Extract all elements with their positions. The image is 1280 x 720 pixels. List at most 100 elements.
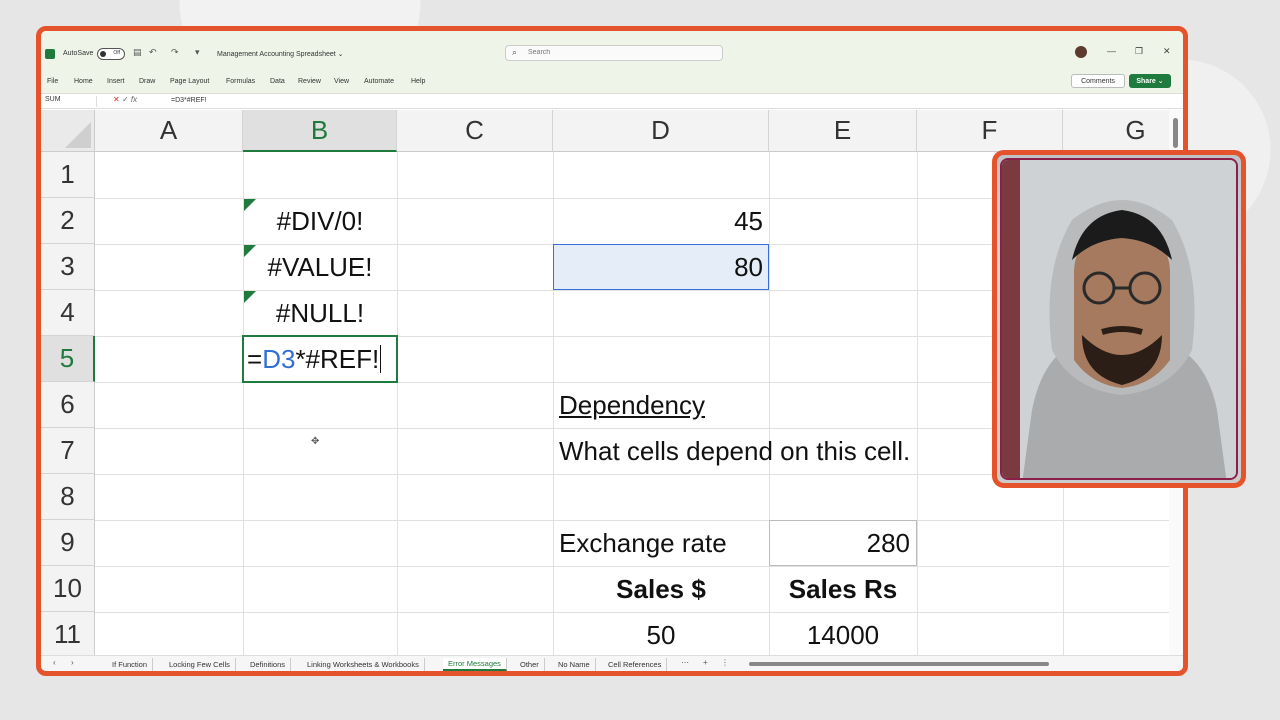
- vertical-scroll-thumb[interactable]: [1173, 118, 1178, 148]
- row-header-5[interactable]: 5: [41, 336, 95, 382]
- row-header-7[interactable]: 7: [41, 428, 95, 474]
- row-header-9[interactable]: 9: [41, 520, 95, 566]
- more-tabs-icon[interactable]: ⋯: [681, 658, 689, 667]
- col-header-b[interactable]: B: [243, 110, 397, 152]
- comments-label: Comments: [1081, 77, 1115, 85]
- col-header-a[interactable]: A: [95, 110, 243, 152]
- customize-toolbar-icon[interactable]: ▾: [195, 47, 200, 58]
- avatar[interactable]: [1075, 46, 1087, 58]
- title-bar: AutoSave Off ▤ ↶ ↷ ▾ Management Accounti…: [41, 31, 1183, 71]
- fx-icon[interactable]: fx: [131, 95, 137, 104]
- toggle-knob: [100, 51, 106, 57]
- search-box[interactable]: ⌕: [505, 45, 723, 61]
- document-title[interactable]: Management Accounting Spreadsheet ⌄: [217, 50, 344, 58]
- row-header-11[interactable]: 11: [41, 612, 95, 655]
- cell-e11[interactable]: 14000: [769, 612, 917, 655]
- cell-d2[interactable]: 45: [553, 198, 769, 244]
- col-header-f[interactable]: F: [917, 110, 1063, 152]
- webcam-overlay: [992, 150, 1246, 488]
- col-header-d[interactable]: D: [553, 110, 769, 152]
- formula-bar: SUM ✕ ✓ fx =D3*#REF!: [41, 93, 1183, 109]
- cell-d3[interactable]: 80: [553, 244, 769, 290]
- menu-review[interactable]: Review: [298, 78, 321, 85]
- cell-d7[interactable]: What cells depend on this cell.: [553, 428, 973, 474]
- cell-d9[interactable]: Exchange rate: [553, 520, 769, 566]
- row-header-1[interactable]: 1: [41, 152, 95, 198]
- redo-icon[interactable]: ↷: [171, 47, 179, 58]
- autosave-state: Off: [113, 50, 120, 56]
- col-header-c[interactable]: C: [397, 110, 553, 152]
- horizontal-scrollbar[interactable]: [741, 660, 1161, 668]
- undo-icon[interactable]: ↶: [149, 47, 157, 58]
- menu-formulas[interactable]: Formulas: [226, 78, 255, 85]
- cell-e9[interactable]: 280: [769, 520, 917, 566]
- tab-error-messages[interactable]: Error Messages: [443, 658, 507, 671]
- cell-b5[interactable]: = D3 *#REF!: [241, 336, 401, 382]
- select-all-triangle: [65, 122, 91, 148]
- cell-e10[interactable]: Sales Rs: [769, 566, 917, 612]
- autosave-toggle[interactable]: Off: [97, 48, 125, 60]
- share-label: Share ⌄: [1136, 78, 1164, 85]
- gridline: [397, 152, 398, 655]
- comments-button[interactable]: Comments: [1071, 74, 1125, 88]
- close-icon[interactable]: ✕: [1163, 46, 1171, 57]
- tab-linking-worksheets[interactable]: Linking Worksheets & Workbooks: [302, 658, 425, 671]
- search-icon: ⌕: [512, 47, 518, 57]
- add-sheet-icon[interactable]: +: [703, 658, 708, 667]
- menu-file[interactable]: File: [47, 78, 58, 85]
- select-all-corner[interactable]: [41, 110, 95, 152]
- tab-other[interactable]: Other: [515, 658, 545, 671]
- menu-data[interactable]: Data: [270, 78, 285, 85]
- name-box[interactable]: SUM: [43, 96, 97, 107]
- row-header-6[interactable]: 6: [41, 382, 95, 428]
- formula-reference: D3: [262, 343, 296, 374]
- formula-input[interactable]: =D3*#REF!: [171, 97, 207, 104]
- formula-rest: *#REF!: [295, 343, 380, 374]
- tab-cell-references[interactable]: Cell References: [603, 658, 668, 671]
- cell-b2[interactable]: #DIV/0!: [243, 198, 397, 244]
- row-header-8[interactable]: 8: [41, 474, 95, 520]
- menu-insert[interactable]: Insert: [107, 78, 125, 85]
- excel-logo-icon: [45, 49, 55, 59]
- gridline: [917, 152, 918, 655]
- save-icon[interactable]: ▤: [133, 47, 142, 58]
- menu-home[interactable]: Home: [74, 78, 93, 85]
- col-header-g[interactable]: G: [1063, 110, 1169, 152]
- text-caret: [380, 345, 382, 373]
- menu-page-layout[interactable]: Page Layout: [170, 78, 209, 85]
- horizontal-scroll-thumb[interactable]: [749, 662, 1049, 666]
- tab-options-icon[interactable]: ⋮: [721, 658, 729, 667]
- menu-view[interactable]: View: [334, 78, 349, 85]
- presenter-video: [1000, 158, 1238, 480]
- cancel-icon[interactable]: ✕: [113, 95, 120, 104]
- share-button[interactable]: Share ⌄: [1129, 74, 1171, 88]
- cell-b4[interactable]: #NULL!: [243, 290, 397, 336]
- menu-automate[interactable]: Automate: [364, 78, 394, 85]
- tab-if-function[interactable]: If Function: [107, 658, 154, 671]
- row-header-10[interactable]: 10: [41, 566, 95, 612]
- cursor-icon: ✥: [311, 436, 320, 447]
- restore-icon[interactable]: ❐: [1135, 46, 1143, 57]
- minimize-icon[interactable]: —: [1107, 46, 1116, 56]
- enter-icon[interactable]: ✓: [122, 95, 129, 104]
- search-input[interactable]: [528, 49, 708, 56]
- tab-prev-icon[interactable]: ‹: [53, 658, 56, 667]
- row-header-2[interactable]: 2: [41, 198, 95, 244]
- menu-draw[interactable]: Draw: [139, 78, 155, 85]
- row-header-3[interactable]: 3: [41, 244, 95, 290]
- cell-b3[interactable]: #VALUE!: [243, 244, 397, 290]
- sheet-tab-bar: ‹ › If Function Locking Few Cells Defini…: [41, 655, 1183, 671]
- cell-d11[interactable]: 50: [553, 612, 769, 655]
- row-header-4[interactable]: 4: [41, 290, 95, 336]
- cell-d6[interactable]: Dependency: [553, 382, 853, 428]
- formula-icons: ✕ ✓ fx: [113, 95, 137, 104]
- cell-d10[interactable]: Sales $: [553, 566, 769, 612]
- tab-locking-few-cells[interactable]: Locking Few Cells: [164, 658, 236, 671]
- menu-help[interactable]: Help: [411, 78, 425, 85]
- autosave-label: AutoSave: [63, 50, 94, 57]
- tab-definitions[interactable]: Definitions: [245, 658, 292, 671]
- col-header-e[interactable]: E: [769, 110, 917, 152]
- formula-equals: =: [247, 343, 263, 374]
- tab-no-name[interactable]: No Name: [553, 658, 596, 671]
- tab-next-icon[interactable]: ›: [71, 658, 74, 667]
